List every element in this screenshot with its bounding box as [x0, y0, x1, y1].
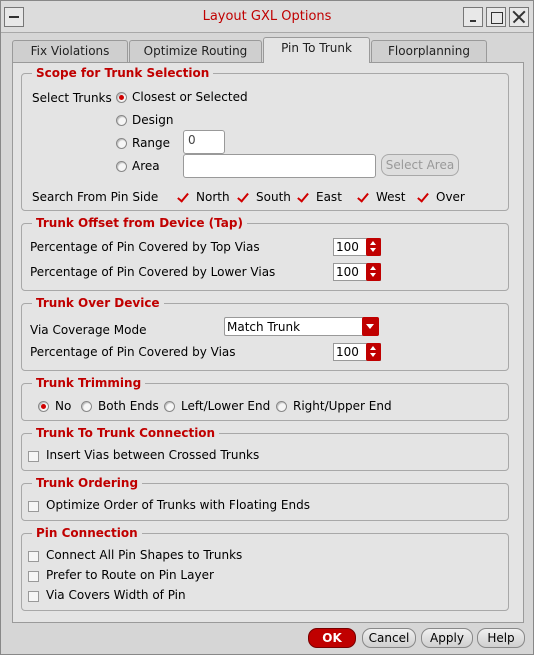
radio-design[interactable]: [116, 115, 127, 126]
checkbox-west-label[interactable]: West: [376, 189, 406, 205]
radio-trim-both-ends-label[interactable]: Both Ends: [98, 398, 159, 414]
group-title-trunk-offset: Trunk Offset from Device (Tap): [32, 215, 247, 231]
select-area-button[interactable]: Select Area: [381, 154, 459, 176]
checkbox-optimize-order-label[interactable]: Optimize Order of Trunks with Floating E…: [46, 497, 310, 513]
radio-closest-or-selected[interactable]: [116, 92, 127, 103]
spin-arrows-icon[interactable]: [366, 238, 381, 256]
radio-area-label[interactable]: Area: [132, 158, 160, 174]
select-trunks-label: Select Trunks: [32, 91, 112, 105]
checkbox-over-label[interactable]: Over: [436, 189, 465, 205]
via-coverage-mode-select[interactable]: Match Trunk: [224, 317, 379, 336]
radio-design-label[interactable]: Design: [132, 112, 173, 128]
checkbox-north-label[interactable]: North: [196, 189, 230, 205]
close-icon[interactable]: [509, 7, 529, 27]
maximize-icon[interactable]: [486, 7, 506, 27]
radio-range-label[interactable]: Range: [132, 135, 170, 151]
checkbox-east[interactable]: [297, 192, 308, 203]
radio-trim-right-upper[interactable]: [276, 401, 287, 412]
chevron-down-icon[interactable]: [362, 317, 379, 336]
top-vias-label: Percentage of Pin Covered by Top Vias: [30, 240, 260, 254]
checkbox-over[interactable]: [417, 192, 428, 203]
checkbox-south-label[interactable]: South: [256, 189, 291, 205]
radio-trim-no[interactable]: [38, 401, 49, 412]
spin-arrows-icon[interactable]: [366, 343, 381, 361]
lower-vias-spinbox[interactable]: 100: [333, 263, 381, 281]
apply-button[interactable]: Apply: [421, 628, 473, 648]
top-vias-spinbox[interactable]: 100: [333, 238, 381, 256]
area-input[interactable]: [183, 154, 376, 178]
checkbox-connect-all-pin-shapes-label[interactable]: Connect All Pin Shapes to Trunks: [46, 547, 242, 563]
checkbox-prefer-pin-layer-label[interactable]: Prefer to Route on Pin Layer: [46, 567, 214, 583]
radio-trim-left-lower[interactable]: [164, 401, 175, 412]
spin-arrows-icon[interactable]: [366, 263, 381, 281]
search-from-pin-side-label: Search From Pin Side: [32, 190, 159, 204]
radio-trim-both-ends[interactable]: [81, 401, 92, 412]
group-trunk-offset: Trunk Offset from Device (Tap): [21, 215, 509, 291]
checkbox-insert-vias[interactable]: [28, 451, 39, 462]
tab-fix-violations[interactable]: Fix Violations: [12, 40, 128, 62]
checkbox-via-covers-width[interactable]: [28, 591, 39, 602]
checkbox-via-covers-width-label[interactable]: Via Covers Width of Pin: [46, 587, 186, 603]
tab-optimize-routing[interactable]: Optimize Routing: [129, 40, 262, 62]
title-bar[interactable]: Layout GXL Options: [1, 1, 533, 33]
checkbox-connect-all-pin-shapes[interactable]: [28, 551, 39, 562]
radio-area[interactable]: [116, 161, 127, 172]
via-coverage-mode-label: Via Coverage Mode: [30, 323, 147, 337]
checkbox-insert-vias-label[interactable]: Insert Vias between Crossed Trunks: [46, 447, 259, 463]
checkbox-optimize-order[interactable]: [28, 501, 39, 512]
ok-button[interactable]: OK: [308, 628, 356, 648]
pin-covered-by-vias-value[interactable]: 100: [336, 345, 359, 360]
minimize-icon[interactable]: [463, 7, 483, 27]
checkbox-south[interactable]: [237, 192, 248, 203]
cancel-button[interactable]: Cancel: [362, 628, 416, 648]
lower-vias-value[interactable]: 100: [336, 265, 359, 280]
group-title-scope: Scope for Trunk Selection: [32, 65, 214, 81]
checkbox-east-label[interactable]: East: [316, 189, 342, 205]
dialog-window: Layout GXL Options Fix Violations Optimi…: [0, 0, 534, 655]
radio-trim-right-upper-label[interactable]: Right/Upper End: [293, 398, 392, 414]
group-title-trunk-ordering: Trunk Ordering: [32, 475, 143, 491]
radio-closest-or-selected-label[interactable]: Closest or Selected: [132, 89, 248, 105]
window-title: Layout GXL Options: [202, 9, 332, 24]
group-title-trunk-to-trunk: Trunk To Trunk Connection: [32, 425, 220, 441]
range-input[interactable]: 0: [183, 130, 225, 154]
checkbox-prefer-pin-layer[interactable]: [28, 571, 39, 582]
radio-range[interactable]: [116, 138, 127, 149]
tab-floorplanning[interactable]: Floorplanning: [371, 40, 487, 62]
pin-covered-by-vias-label: Percentage of Pin Covered by Vias: [30, 345, 236, 359]
help-button[interactable]: Help: [477, 628, 525, 648]
tab-pin-to-trunk[interactable]: Pin To Trunk: [263, 37, 370, 63]
lower-vias-label: Percentage of Pin Covered by Lower Vias: [30, 265, 276, 279]
group-title-trunk-trimming: Trunk Trimming: [32, 375, 146, 391]
pin-covered-by-vias-spinbox[interactable]: 100: [333, 343, 381, 361]
checkbox-north[interactable]: [177, 192, 188, 203]
radio-trim-no-label[interactable]: No: [55, 398, 71, 414]
top-vias-value[interactable]: 100: [336, 240, 359, 255]
group-title-trunk-over-device: Trunk Over Device: [32, 295, 164, 311]
radio-trim-left-lower-label[interactable]: Left/Lower End: [181, 398, 270, 414]
group-title-pin-connection: Pin Connection: [32, 525, 142, 541]
checkbox-west[interactable]: [357, 192, 368, 203]
via-coverage-mode-value[interactable]: Match Trunk: [227, 319, 300, 335]
